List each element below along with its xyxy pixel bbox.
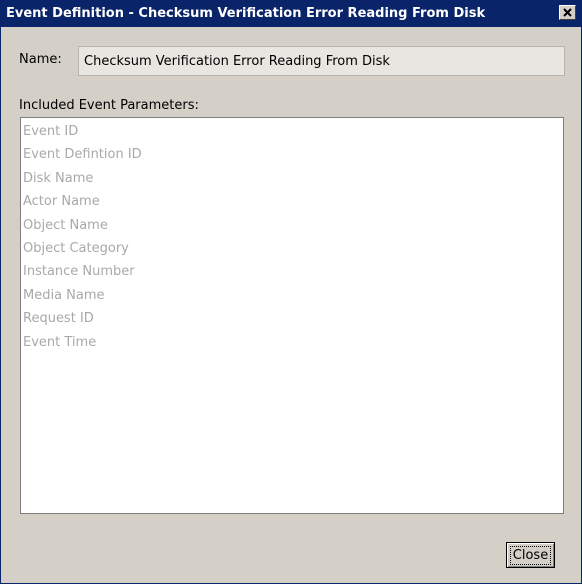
- title-bar[interactable]: Event Definition - Checksum Verification…: [1, 1, 581, 27]
- title-close-button[interactable]: [559, 5, 576, 20]
- parameter-item: Request ID: [23, 311, 94, 327]
- name-field[interactable]: [78, 46, 565, 76]
- event-definition-dialog: Event Definition - Checksum Verification…: [0, 0, 582, 584]
- parameter-item: Event Defintion ID: [23, 147, 142, 163]
- parameter-item: Media Name: [23, 287, 105, 303]
- parameter-item: Event ID: [23, 124, 79, 139]
- close-icon: [563, 8, 572, 17]
- close-button-label: Close: [509, 545, 552, 565]
- name-label: Name:: [19, 52, 62, 67]
- included-parameters-label: Included Event Parameters:: [19, 98, 199, 113]
- close-button[interactable]: Close: [506, 542, 555, 568]
- window-title: Event Definition - Checksum Verification…: [6, 6, 486, 21]
- parameter-item: Actor Name: [23, 194, 100, 210]
- parameter-item: Event Time: [23, 334, 97, 350]
- parameter-item: Disk Name: [23, 170, 94, 186]
- parameter-item: Instance Number: [23, 264, 135, 280]
- included-parameters-list[interactable]: Event ID Event Defintion ID Disk Name Ac…: [20, 117, 564, 514]
- parameter-item: Object Category: [23, 240, 129, 256]
- parameter-item: Object Name: [23, 217, 108, 233]
